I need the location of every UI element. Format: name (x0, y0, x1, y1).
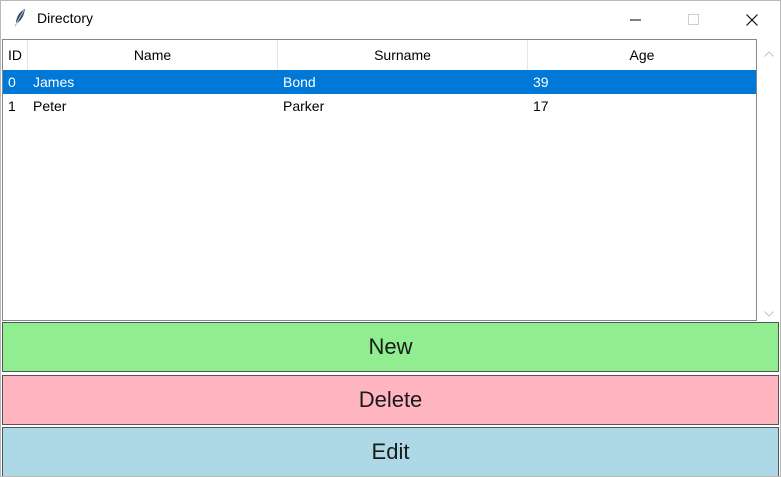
column-header-name[interactable]: Name (28, 40, 278, 70)
scroll-up-button[interactable] (758, 41, 780, 61)
cell-age: 17 (533, 98, 549, 114)
column-header-age[interactable]: Age (528, 40, 756, 70)
chevron-up-icon (764, 42, 774, 61)
minimize-icon (630, 14, 642, 26)
close-button[interactable] (729, 1, 775, 38)
window-title: Directory (37, 10, 94, 26)
maximize-icon (688, 13, 700, 26)
directory-table[interactable]: ID Name Surname Age 0 James Bond 39 1 Pe… (2, 39, 757, 321)
minimize-button[interactable] (613, 1, 659, 38)
column-header-id[interactable]: ID (3, 40, 28, 70)
table-row[interactable]: 0 James Bond 39 (3, 70, 756, 94)
delete-button[interactable]: Delete (2, 375, 779, 425)
cell-surname: Parker (283, 98, 325, 114)
close-icon (746, 13, 758, 26)
feather-icon (12, 8, 28, 28)
maximize-button[interactable] (671, 1, 717, 38)
cell-age: 39 (533, 74, 549, 90)
title-bar[interactable]: Directory (1, 1, 780, 38)
column-header-surname[interactable]: Surname (278, 40, 528, 70)
cell-id: 0 (8, 74, 16, 90)
chevron-down-icon (764, 302, 774, 321)
scroll-down-button[interactable] (758, 301, 780, 321)
table-header: ID Name Surname Age (3, 40, 756, 71)
cell-surname: Bond (283, 74, 316, 90)
vertical-scrollbar[interactable] (758, 39, 780, 321)
edit-button[interactable]: Edit (2, 427, 779, 476)
cell-name: Peter (33, 98, 67, 114)
table-row[interactable]: 1 Peter Parker 17 (3, 94, 756, 118)
cell-name: James (33, 74, 75, 90)
directory-window: Directory ID Name Surname Age 0 James Bo… (0, 0, 781, 477)
table-body: 0 James Bond 39 1 Peter Parker 17 (3, 70, 756, 118)
new-button[interactable]: New (2, 322, 779, 372)
cell-id: 1 (8, 98, 16, 114)
